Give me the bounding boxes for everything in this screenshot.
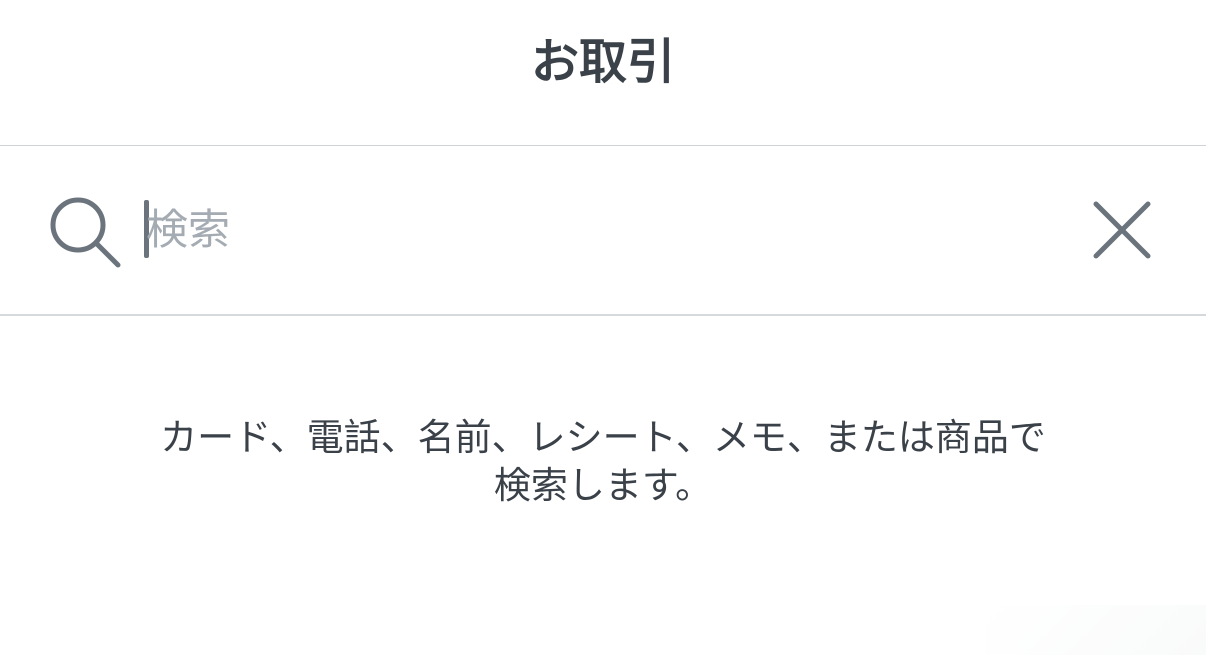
search-input[interactable] — [146, 196, 1026, 262]
clear-search-button[interactable] — [1088, 196, 1156, 264]
transactions-screen: お取引 カード、電話、名前、レシート、メモ、または商品で 検索します。 — [0, 0, 1206, 655]
header: お取引 — [0, 0, 1206, 146]
page-title: お取引 — [530, 34, 675, 90]
search-hint: カード、電話、名前、レシート、メモ、または商品で 検索します。 — [0, 414, 1206, 510]
search-bar — [0, 146, 1206, 316]
search-hint-line-2: 検索します。 — [493, 464, 713, 507]
search-hint-line-1: カード、電話、名前、レシート、メモ、または商品で — [160, 416, 1046, 459]
search-icon — [46, 194, 122, 270]
close-icon — [1093, 201, 1151, 259]
corner-shadow — [986, 605, 1206, 655]
